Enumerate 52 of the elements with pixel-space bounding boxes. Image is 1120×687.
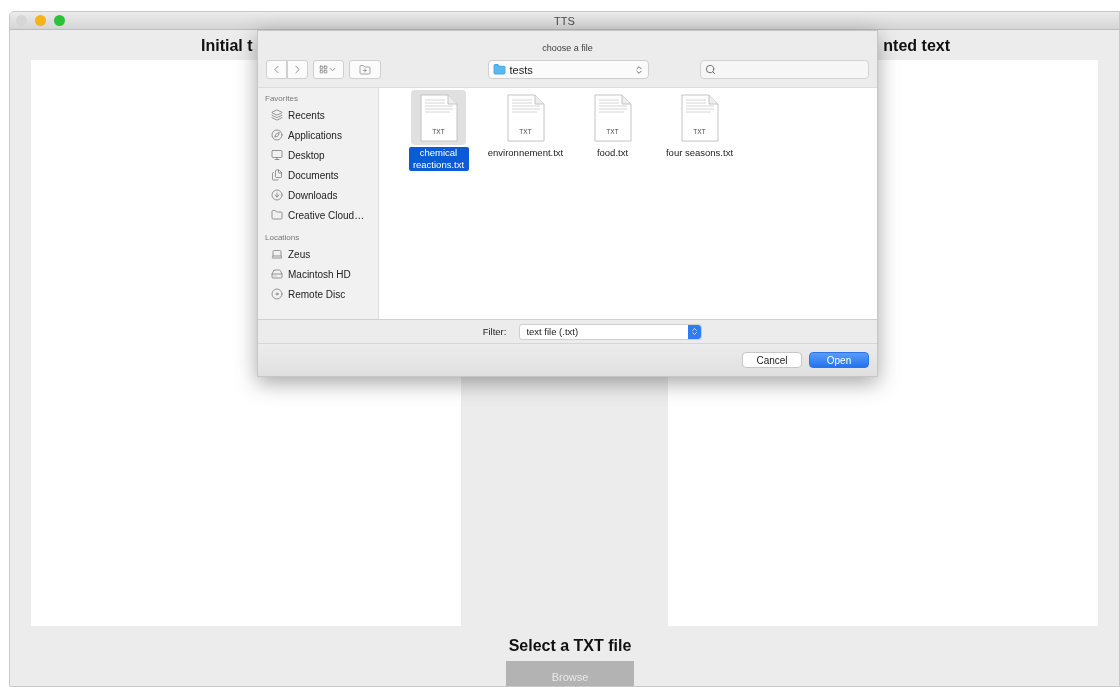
disc-icon xyxy=(271,288,283,300)
sidebar-item[interactable]: Documents xyxy=(258,165,378,185)
grid-icon xyxy=(319,65,329,74)
panel-heading: Initial t xyxy=(200,36,254,56)
folder-icon xyxy=(492,63,506,76)
folder-plus-icon xyxy=(358,63,371,76)
compass-icon xyxy=(271,129,283,141)
file-name[interactable]: environnement.txt xyxy=(485,147,566,159)
document-icon xyxy=(680,93,719,142)
select-file-label: Select a TXT file xyxy=(508,637,632,655)
layers-icon xyxy=(271,109,283,121)
cancel-button[interactable]: Cancel xyxy=(742,352,802,368)
window-control[interactable] xyxy=(35,15,46,26)
new-folder-button[interactable] xyxy=(348,60,381,79)
window-title: TTS xyxy=(554,14,575,27)
window-control[interactable] xyxy=(54,15,65,26)
search-icon xyxy=(704,64,716,75)
view-options-button[interactable] xyxy=(312,60,344,79)
filter-label: Filter: xyxy=(482,326,507,337)
dialog-title: choose a file xyxy=(542,43,593,53)
folder-icon xyxy=(271,209,283,221)
hard-drive-icon xyxy=(271,268,283,280)
laptop-icon xyxy=(271,248,283,260)
sidebar-item[interactable]: Downloads xyxy=(258,185,378,205)
document-icon xyxy=(593,93,632,142)
sidebar-heading: Locations xyxy=(264,232,301,244)
sidebar-item[interactable]: Macintosh HD xyxy=(258,264,378,284)
back-button[interactable] xyxy=(266,60,287,79)
chevron-down-icon xyxy=(328,65,338,74)
sidebar-item[interactable]: Zeus xyxy=(258,244,378,264)
sidebar-item[interactable]: Desktop xyxy=(258,145,378,165)
sidebar-item[interactable]: Remote Disc xyxy=(258,284,378,304)
filter-select[interactable]: text file (.txt) xyxy=(519,323,703,340)
file-name[interactable]: food.txt xyxy=(594,147,631,159)
download-icon xyxy=(271,189,283,201)
document-icon xyxy=(419,93,458,142)
document-icon xyxy=(506,93,545,142)
updown-icon xyxy=(633,64,644,75)
search-field[interactable] xyxy=(699,60,869,79)
documents-icon xyxy=(271,169,283,181)
sidebar-item[interactable]: Creative Cloud… xyxy=(258,205,378,225)
file-name[interactable]: chemical reactions.txt xyxy=(408,147,469,171)
forward-button[interactable] xyxy=(286,60,308,79)
panel-heading: nted text xyxy=(882,36,951,56)
sidebar-item[interactable]: Recents xyxy=(258,105,378,125)
open-button[interactable]: Open xyxy=(809,352,869,368)
monitor-icon xyxy=(271,149,283,161)
file-name[interactable]: four seasons.txt xyxy=(663,147,736,159)
location-popup[interactable]: tests xyxy=(487,60,649,79)
sidebar-item[interactable]: Applications xyxy=(258,125,378,145)
sidebar-heading: Favorites xyxy=(264,93,299,105)
updown-icon xyxy=(688,324,702,339)
